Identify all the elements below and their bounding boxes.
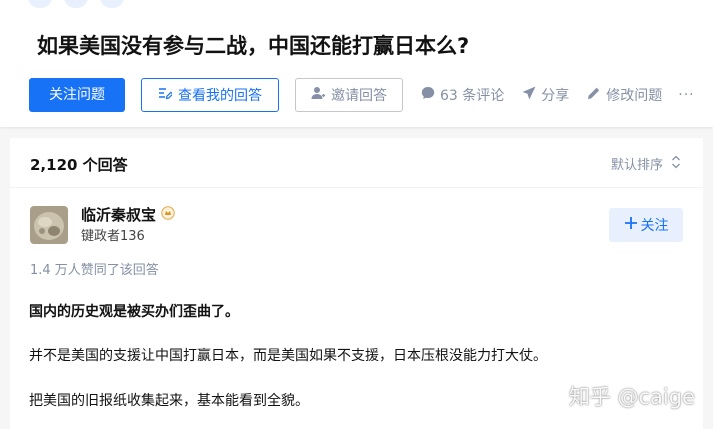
plus-icon (624, 216, 638, 234)
sort-icon (671, 155, 681, 173)
comments-label: 63 条评论 (440, 88, 505, 104)
avatar[interactable] (30, 206, 68, 244)
invite-answer-label: 邀请回答 (331, 88, 387, 104)
follow-author-button[interactable]: 关注 (609, 208, 683, 242)
share-icon (522, 86, 536, 104)
topic-tag[interactable] (100, 0, 124, 8)
answer-count: 2,120 个回答 (30, 156, 128, 174)
topic-tags (28, 0, 124, 8)
comments-button[interactable]: 63 条评论 (421, 85, 504, 105)
answer-paragraph: 把美国的旧报纸收集起来，基本能看到全貌。 (29, 393, 309, 409)
author-name-text: 临沂秦叔宝 (81, 206, 157, 224)
invite-user-icon (311, 86, 325, 104)
invite-answer-button[interactable]: 邀请回答 (295, 78, 403, 112)
pencil-icon (587, 86, 601, 104)
answer-list-header: 2,120 个回答 默认排序 (10, 138, 703, 188)
edit-icon (158, 86, 174, 104)
author-name[interactable]: 临沂秦叔宝 (81, 204, 175, 225)
view-my-answer-label: 查看我的回答 (178, 88, 262, 104)
edit-question-button[interactable]: 修改问题 (587, 85, 662, 105)
follow-question-button[interactable]: 关注问题 (29, 78, 125, 112)
edit-question-label: 修改问题 (606, 88, 663, 104)
question-actions: 关注问题 查看我的回答 邀请回答 63 条评论 分享 修改问题 ··· (29, 78, 695, 112)
topic-tag[interactable] (64, 0, 88, 8)
vote-summary: 1.4 万人赞同了该回答 (30, 263, 159, 278)
comment-icon (421, 86, 435, 104)
watermark: 知乎 @caige (568, 385, 695, 409)
answer-paragraph: 并不是美国的支援让中国打赢日本，而是美国如果不支援，日本压根没能力打大仗。 (29, 348, 547, 364)
answer-paragraph: 国内的历史观是被买办们歪曲了。 (29, 304, 239, 320)
sort-label: 默认排序 (610, 158, 663, 173)
more-options-button[interactable]: ··· (678, 87, 694, 103)
question-title[interactable]: 如果美国没有参与二战，中国还能打赢日本么? (37, 30, 469, 60)
badge-icon (161, 205, 175, 224)
sort-dropdown[interactable]: 默认排序 (611, 154, 681, 173)
topic-tag[interactable] (28, 0, 52, 8)
question-header: 如果美国没有参与二战，中国还能打赢日本么? 关注问题 查看我的回答 邀请回答 6… (0, 0, 713, 127)
author-bio: 键政者136 (81, 229, 145, 244)
follow-author-label: 关注 (640, 218, 669, 234)
share-label: 分享 (541, 88, 570, 104)
share-button[interactable]: 分享 (522, 85, 569, 105)
view-my-answer-button[interactable]: 查看我的回答 (141, 78, 279, 112)
